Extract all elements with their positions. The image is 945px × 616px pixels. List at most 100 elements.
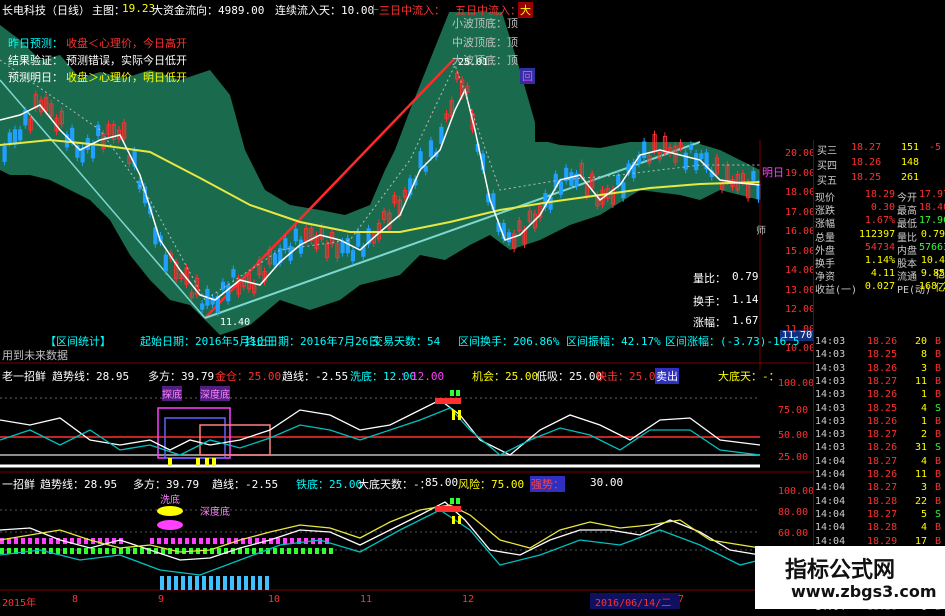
tick-vol: 17 [914, 535, 927, 547]
tick-time: 14:03 [815, 415, 846, 427]
tick-vol: 1 [920, 415, 927, 427]
tick-price: 18.27 [867, 482, 898, 494]
ind1-name[interactable]: 老一招鲜 [2, 368, 46, 384]
yesterday-forecast-value: 收盘＜心理价，今日高开 [66, 37, 187, 50]
tick-vol: 2 [920, 429, 927, 441]
stat-value: 17.96 [919, 215, 945, 227]
candle [694, 153, 699, 171]
magenta-bar [150, 538, 154, 544]
candle [616, 174, 621, 186]
stat-value: 112397 [859, 228, 896, 240]
green-bar [301, 548, 305, 554]
small-tag: 师 [756, 226, 766, 237]
green-bar [98, 548, 102, 554]
candle [350, 250, 356, 262]
tick-row: 14:03 18.27 11 B [813, 376, 945, 390]
tick-price: 18.26 [867, 336, 898, 347]
ask-label: 买四 [817, 161, 837, 172]
indicator1-plot [0, 390, 761, 468]
candle [298, 239, 304, 254]
ask-price: 18.25 [851, 172, 882, 183]
tick-time: 14:04 [815, 455, 846, 467]
tomorrow-forecast-label: 预测明日： [8, 71, 63, 84]
candle [226, 284, 231, 302]
candle [96, 124, 101, 137]
five-day-box: 大 [518, 2, 533, 18]
tick-price: 18.27 [867, 455, 898, 467]
tick-price: 18.27 [867, 429, 898, 441]
candle [7, 132, 12, 143]
stat-value: 0.79 [920, 228, 945, 240]
interval-turnover: 区间换手：206.86% [458, 335, 560, 348]
ind2-risk: 风险：75.00 [458, 478, 525, 491]
ind2-name[interactable]: 一招鲜 [2, 476, 35, 492]
magenta-bar [248, 538, 252, 544]
green-bar [252, 548, 256, 554]
magenta-bar [49, 538, 53, 544]
tick-vol: 5 [920, 508, 927, 520]
tick-price: 18.28 [867, 522, 898, 534]
high-price-label: 25.01 [458, 57, 489, 68]
change-value: 1.67 [732, 314, 759, 327]
ind2-trend2: 趋线：-2.55 [212, 478, 279, 491]
tick-side: B [935, 362, 942, 374]
stat-value: 18.29 [864, 189, 895, 200]
price-tick: 17.00 [785, 206, 816, 218]
magenta-bar [199, 538, 203, 544]
tick-vol: 11 [914, 375, 927, 387]
ind2-trend: 趋势线：28.95 [40, 478, 118, 491]
ask-vol: 148 [901, 157, 920, 168]
candle [272, 253, 278, 266]
candle [283, 238, 288, 251]
tick-price: 18.25 [867, 402, 898, 414]
ind1-tick: 50.00 [778, 430, 809, 441]
tomorrow-tag: 明日 [762, 166, 784, 179]
magenta-bar [178, 538, 182, 544]
tomorrow-forecast-value: 收盘＞心理价，明日低开 [66, 71, 187, 84]
tick-price: 18.26 [867, 469, 898, 480]
green-bar [245, 548, 249, 554]
thirteen-day-inflow: 十三日中流入： [368, 4, 445, 17]
tick-side: B [935, 522, 942, 534]
magenta-bars [0, 538, 329, 544]
ask-label: 买三 [817, 146, 837, 157]
ask-price: 18.26 [851, 157, 882, 168]
ind1-chance: 机会：25.00 [472, 370, 539, 383]
stat-value: 0.027 [864, 281, 895, 293]
cyan-bar [244, 576, 248, 590]
price-tick: 12.00 [785, 304, 816, 315]
green-bar [84, 548, 88, 554]
magenta-bar [276, 538, 280, 544]
candle [2, 145, 7, 162]
green-bar [77, 548, 81, 554]
candle [80, 147, 85, 163]
magenta-bar [220, 538, 224, 544]
cyan-bar [230, 576, 234, 590]
stat-value: 168.2 [919, 281, 945, 293]
tick-vol: 3 [920, 482, 927, 494]
stat-row: 收益(一)0.027PE(动)168.2 [813, 281, 945, 296]
candle [423, 165, 428, 172]
ask-row: 买四 18.26 148 [813, 157, 945, 172]
tick-vol: 31 [914, 442, 927, 454]
tick-time: 14:04 [815, 508, 846, 520]
vol-ratio-label: 量比： [693, 272, 726, 285]
date-tick: 12 [462, 594, 475, 605]
tick-price: 18.27 [867, 508, 898, 520]
magenta-bar [21, 538, 25, 544]
tick-vol: 4 [920, 402, 927, 414]
stat-row: 外盘54734内盘57663 [813, 242, 945, 257]
tick-time: 14:04 [815, 522, 846, 534]
tick-vol: 1 [920, 389, 927, 401]
cyan-bar [195, 576, 199, 590]
tick-row: 14:03 18.25 8 B [813, 349, 945, 363]
date-tick: 11 [360, 594, 373, 605]
candle [439, 126, 444, 144]
watermark: 指标公式网 www.zbgs3.com [755, 546, 945, 609]
green-bar [322, 548, 326, 554]
ind2-tick: 100.00 [778, 486, 815, 497]
turnover-value: 1.14 [732, 293, 759, 306]
green-bar [112, 548, 116, 554]
cyan-bottom-bars [160, 576, 269, 590]
green-bar [126, 548, 130, 554]
